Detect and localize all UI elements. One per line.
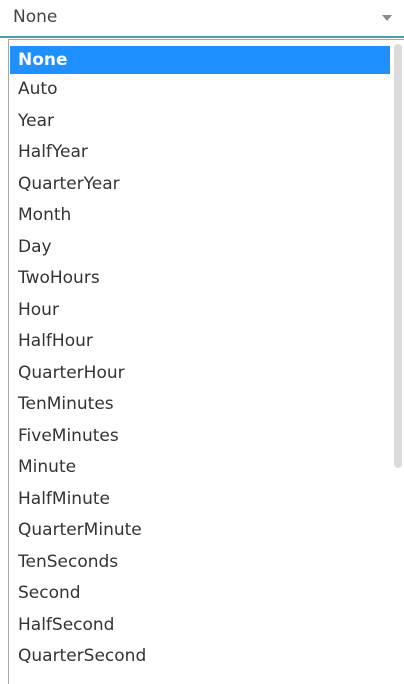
option-item[interactable]: FiveMinutes bbox=[9, 421, 389, 453]
option-item[interactable]: QuarterHour bbox=[9, 358, 389, 390]
option-item[interactable]: HalfHour bbox=[9, 326, 389, 358]
option-item[interactable]: TwoHours bbox=[9, 263, 389, 295]
option-item[interactable]: HalfMinute bbox=[9, 484, 389, 516]
option-item[interactable]: HalfYear bbox=[9, 137, 389, 169]
option-item[interactable]: TenMinutes bbox=[9, 389, 389, 421]
option-item[interactable]: TenSeconds bbox=[9, 547, 389, 579]
scrollbar[interactable] bbox=[392, 40, 404, 684]
option-item[interactable]: QuarterSecond bbox=[9, 641, 389, 673]
option-item[interactable]: Second bbox=[9, 578, 389, 610]
select-value: None bbox=[13, 7, 58, 27]
option-item[interactable]: Auto bbox=[9, 74, 389, 106]
option-item[interactable]: Minute bbox=[9, 452, 389, 484]
caret-down-icon[interactable] bbox=[382, 15, 392, 21]
dropdown-list: None Auto Year HalfYear QuarterYear Mont… bbox=[8, 39, 404, 684]
dropdown-panel: None None Auto Year HalfYear QuarterYear… bbox=[0, 0, 404, 684]
option-item[interactable]: Day bbox=[9, 232, 389, 264]
option-item[interactable]: HalfSecond bbox=[9, 610, 389, 642]
option-item[interactable]: Month bbox=[9, 200, 389, 232]
option-item[interactable]: QuarterMinute bbox=[9, 515, 389, 547]
time-interval-select[interactable]: None bbox=[0, 0, 404, 38]
option-item[interactable]: Year bbox=[9, 106, 389, 138]
option-list: None Auto Year HalfYear QuarterYear Mont… bbox=[9, 46, 390, 673]
scrollbar-thumb[interactable] bbox=[394, 44, 402, 468]
option-item[interactable]: QuarterYear bbox=[9, 169, 389, 201]
option-item[interactable]: Hour bbox=[9, 295, 389, 327]
option-item[interactable]: None bbox=[10, 46, 390, 74]
